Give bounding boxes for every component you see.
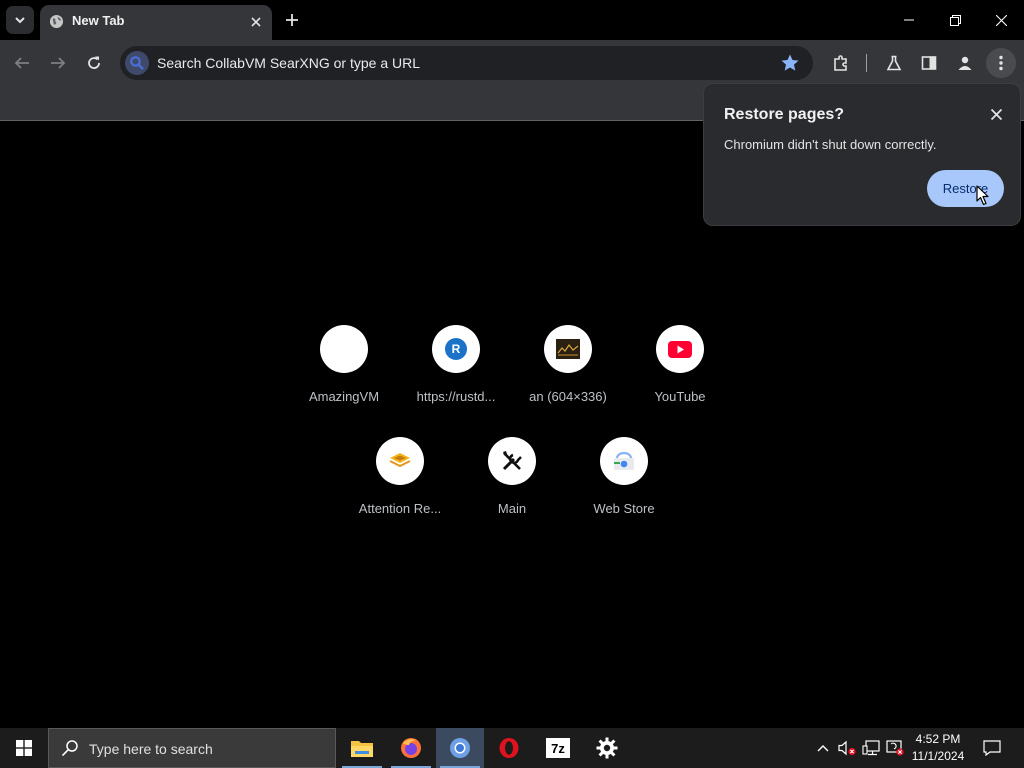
minimize-button[interactable] (886, 0, 932, 40)
forward-button[interactable] (43, 48, 73, 78)
globe-icon (49, 14, 64, 29)
tab-new-tab[interactable]: New Tab (40, 5, 272, 40)
show-hidden-icons-button[interactable] (812, 728, 834, 768)
letter-r-favicon: R (432, 325, 480, 373)
chromium-icon (450, 738, 470, 758)
labs-button[interactable] (879, 48, 909, 78)
toolbar: Search CollabVM SearXNG or type a URL (0, 40, 1024, 85)
taskbar: Type here to search 7z 4:52 PM 11/1/2024 (0, 728, 1024, 768)
blank-favicon (320, 325, 368, 373)
close-bubble-icon[interactable] (986, 104, 1006, 124)
notification-center-button[interactable] (978, 728, 1006, 768)
firefox-taskbar-button[interactable] (387, 728, 435, 768)
back-arrow-icon (14, 57, 29, 69)
shortcut-label: an (604×336) (529, 389, 607, 404)
shortcut-tile[interactable]: Main (456, 437, 568, 541)
plus-icon (286, 14, 298, 26)
mouse-cursor-icon (976, 185, 989, 206)
back-button[interactable] (7, 48, 37, 78)
image-thumbnail-favicon (544, 325, 592, 373)
chevron-up-icon (817, 745, 829, 752)
shortcut-tile[interactable]: Attention Re... (344, 437, 456, 541)
address-bar[interactable]: Search CollabVM SearXNG or type a URL (120, 46, 813, 80)
minimize-icon (904, 19, 914, 21)
chromium-taskbar-button[interactable] (436, 728, 484, 768)
security-alert-icon (886, 740, 904, 756)
tab-title: New Tab (72, 13, 125, 28)
tools-icon (488, 437, 536, 485)
tab-strip: New Tab (0, 0, 1024, 40)
start-button[interactable] (0, 728, 48, 768)
shortcut-label: YouTube (654, 389, 706, 404)
volume-button[interactable] (836, 728, 858, 768)
new-tab-button[interactable] (280, 8, 304, 32)
gear-icon (596, 737, 618, 759)
bubble-title: Restore pages? (724, 106, 845, 123)
forward-arrow-icon (51, 57, 66, 69)
vertical-dots-icon (999, 55, 1003, 71)
firefox-icon (401, 738, 421, 758)
7zip-taskbar-button[interactable]: 7z (534, 728, 582, 768)
address-bar-placeholder: Search CollabVM SearXNG or type a URL (157, 55, 420, 71)
taskbar-search-box[interactable]: Type here to search (48, 728, 336, 768)
shortcut-label: Web Store (593, 501, 655, 516)
shortcut-label: Attention Re... (358, 501, 442, 516)
shortcut-label: Main (497, 501, 527, 516)
restore-window-button[interactable] (932, 0, 978, 40)
security-button[interactable] (884, 728, 906, 768)
shortcut-tile[interactable]: YouTube (624, 325, 736, 429)
reload-icon (88, 56, 100, 69)
bookmark-star-icon[interactable] (780, 53, 800, 73)
shortcut-tile[interactable]: Web Store (568, 437, 680, 541)
notification-icon (983, 740, 1001, 756)
close-window-icon (995, 14, 1007, 26)
web-store-icon (600, 437, 648, 485)
shortcut-label: AmazingVM (308, 389, 380, 404)
profile-button[interactable] (950, 48, 980, 78)
7zip-icon: 7z (546, 738, 570, 758)
search-icon (61, 740, 78, 757)
reload-button[interactable] (79, 48, 109, 78)
tab-search-button[interactable] (6, 6, 34, 34)
opera-icon (499, 738, 519, 758)
bubble-message: Chromium didn't shut down correctly. (724, 137, 937, 152)
clock-date: 11/1/2024 (911, 749, 965, 763)
file-explorer-taskbar-button[interactable] (338, 728, 386, 768)
layers-icon (376, 437, 424, 485)
taskbar-clock[interactable]: 4:52 PM 11/1/2024 (906, 731, 970, 765)
close-window-button[interactable] (978, 0, 1024, 40)
network-button[interactable] (860, 728, 882, 768)
profile-icon (958, 56, 972, 70)
puzzle-icon (834, 55, 847, 71)
opera-taskbar-button[interactable] (485, 728, 533, 768)
settings-taskbar-button[interactable] (583, 728, 631, 768)
network-icon (862, 740, 880, 756)
volume-muted-icon (838, 740, 856, 756)
shortcut-label: https://rustd... (416, 389, 496, 404)
taskbar-search-placeholder: Type here to search (89, 741, 213, 757)
windows-logo-icon (16, 740, 32, 756)
svg-text:7z: 7z (551, 741, 565, 756)
folder-icon (351, 741, 373, 757)
shortcut-tile[interactable]: an (604×336) (512, 325, 624, 429)
chevron-down-icon (15, 17, 25, 24)
shortcut-tile[interactable]: AmazingVM (288, 325, 400, 429)
extensions-button[interactable] (826, 48, 856, 78)
youtube-icon (656, 325, 704, 373)
side-panel-button[interactable] (914, 48, 944, 78)
toolbar-divider (866, 54, 867, 72)
restore-window-icon (949, 14, 961, 26)
clock-time: 4:52 PM (915, 732, 961, 746)
side-panel-icon (921, 56, 937, 70)
shortcut-tile[interactable]: R https://rustd... (400, 325, 512, 429)
search-engine-icon (125, 51, 149, 75)
restore-button[interactable]: Restore (927, 170, 1004, 207)
restore-pages-bubble: Restore pages? Chromium didn't shut down… (703, 83, 1021, 226)
flask-icon (886, 55, 902, 71)
chrome-menu-button[interactable] (986, 48, 1016, 78)
close-tab-icon[interactable] (247, 13, 264, 30)
